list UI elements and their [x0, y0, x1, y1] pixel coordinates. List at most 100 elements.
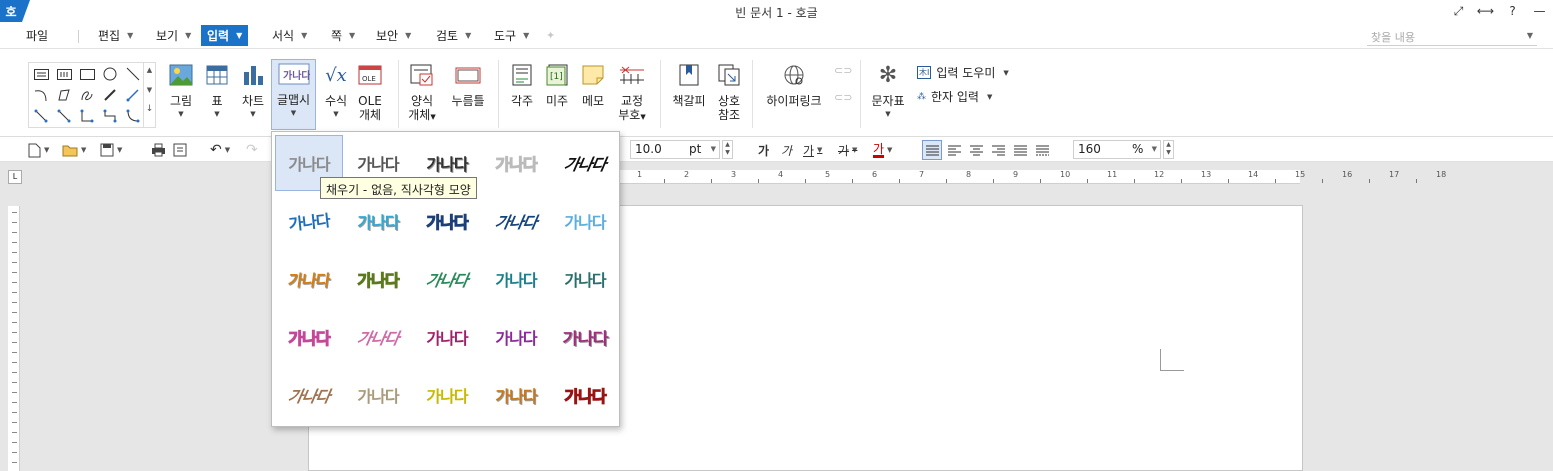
italic-button[interactable]: 가: [781, 141, 792, 159]
new-document-button[interactable]: ▼: [28, 141, 49, 159]
shape-gallery-scroll[interactable]: ▲ ▼ ↓: [143, 63, 155, 127]
align-divide-button[interactable]: [1036, 141, 1049, 159]
resize-icon[interactable]: ⟷: [1472, 4, 1499, 18]
wordart-style-option[interactable]: 가나다: [344, 251, 412, 307]
align-center-button[interactable]: [970, 141, 983, 159]
curve-icon[interactable]: [77, 86, 97, 104]
proofreading-mark-button[interactable]: 교정 부호▼: [614, 61, 650, 124]
wordart-style-option[interactable]: 가나다: [548, 309, 623, 365]
wordart-style-option[interactable]: 가나다: [344, 193, 412, 249]
formula-button[interactable]: √x 수식 ▼: [321, 61, 351, 119]
character-map-button[interactable]: ✻ 문자표 ▼: [870, 61, 906, 119]
search-input[interactable]: 찾을 내용 ▼: [1367, 26, 1537, 46]
menu-format[interactable]: 서식 ▼: [266, 25, 313, 46]
print-button[interactable]: [151, 141, 166, 159]
wordart-style-option[interactable]: 가나다: [413, 193, 481, 249]
picture-button[interactable]: 그림 ▼: [166, 61, 196, 118]
endnote-button[interactable]: [1] 미주: [542, 61, 572, 108]
font-color-button[interactable]: 가 ▼: [873, 141, 892, 159]
fullscreen-icon[interactable]: ⤢: [1445, 4, 1472, 19]
save-button[interactable]: ▼: [100, 141, 122, 159]
wordart-style-option[interactable]: 가나다: [551, 367, 619, 423]
strikethrough-button[interactable]: 가 ▼: [838, 141, 857, 159]
wordart-style-option[interactable]: 가나다: [272, 190, 345, 253]
wordart-style-option[interactable]: 가나다: [413, 367, 481, 423]
wordart-style-option[interactable]: 가나다: [546, 135, 624, 191]
connector-elbow-icon[interactable]: [77, 107, 97, 125]
ellipse-icon[interactable]: [100, 65, 120, 83]
bold-button[interactable]: 가: [758, 141, 769, 159]
underline-button[interactable]: 가 ▼: [803, 141, 822, 159]
arc-icon[interactable]: [31, 86, 51, 104]
print-preview-button[interactable]: [173, 141, 187, 159]
menu-review[interactable]: 검토 ▼: [430, 25, 477, 46]
connector-icon[interactable]: [123, 86, 143, 104]
menu-security[interactable]: 보안 ▼: [370, 25, 417, 46]
minimize-icon[interactable]: —: [1526, 4, 1553, 18]
rectangle-icon[interactable]: [77, 65, 97, 83]
wordart-style-option[interactable]: 가나다: [551, 193, 619, 249]
align-left-button[interactable]: [948, 141, 961, 159]
expand-icon[interactable]: ↓: [144, 104, 155, 114]
share-icon[interactable]: ✦: [546, 29, 555, 42]
wordart-button[interactable]: 가나다 글맵시 ▼: [271, 59, 316, 130]
wordart-style-option[interactable]: 가나다: [408, 251, 486, 307]
font-size-stepper[interactable]: ▲ ▼: [722, 140, 733, 159]
vertical-ruler[interactable]: [8, 206, 20, 471]
help-icon[interactable]: ?: [1499, 4, 1526, 18]
memo-button[interactable]: 메모: [578, 61, 608, 108]
zoom-stepper[interactable]: ▲ ▼: [1163, 140, 1174, 159]
menu-view[interactable]: 보기 ▼: [150, 25, 197, 46]
line-icon[interactable]: [123, 65, 143, 83]
scroll-down-icon[interactable]: ▼: [144, 86, 155, 94]
undo-button[interactable]: ↶ ▼: [210, 141, 230, 159]
wordart-style-option[interactable]: 가나다: [482, 251, 550, 307]
align-distribute-button[interactable]: [1014, 141, 1027, 159]
menu-edit[interactable]: 편집 ▼: [92, 25, 139, 46]
connector-elbow-arrow-icon[interactable]: [100, 107, 120, 125]
hanja-input-button[interactable]: ⁂ 한자 입력 ▼: [917, 88, 992, 105]
scroll-up-icon[interactable]: ▲: [144, 66, 155, 74]
menu-file[interactable]: 파일: [20, 25, 54, 46]
input-helper-button[interactable]: 木I 입력 도우미 ▼: [917, 64, 1009, 81]
menu-page[interactable]: 쪽 ▼: [325, 25, 361, 46]
align-justify-button[interactable]: [922, 140, 942, 160]
wordart-style-option[interactable]: 가나다: [482, 135, 550, 191]
redo-button[interactable]: ↷: [246, 141, 258, 159]
wordart-style-option[interactable]: 가나다: [271, 251, 347, 307]
wordart-style-option[interactable]: 가나다: [413, 309, 481, 365]
menu-tools[interactable]: 도구 ▼: [488, 25, 535, 46]
wordart-style-option[interactable]: 가나다: [477, 193, 555, 249]
barcode-icon[interactable]: [54, 65, 74, 83]
form-object-button[interactable]: 양식 개체▼: [407, 61, 437, 124]
menu-input[interactable]: 입력 ▼: [201, 25, 249, 46]
wordart-style-option[interactable]: 가나다: [339, 309, 417, 365]
hyperlink-button[interactable]: 하이퍼링크: [762, 61, 826, 108]
wordart-style-option[interactable]: 가나다: [482, 367, 550, 423]
wordart-style-option[interactable]: 가나다: [344, 367, 412, 423]
link-icon[interactable]: ⊂⊃: [834, 64, 852, 77]
chart-button[interactable]: 차트 ▼: [238, 61, 268, 118]
connector-arrow-icon[interactable]: [54, 107, 74, 125]
horizontal-ruler[interactable]: 1 2 3 4 5 6 7 8 9 10 11 12 13 14 15 16 17 18: [616, 170, 1446, 184]
wordart-style-option[interactable]: 가나다: [275, 309, 343, 365]
wordart-style-option[interactable]: 가나다: [551, 251, 619, 307]
ole-button[interactable]: OLE OLE 개체: [355, 61, 385, 122]
textbox-icon[interactable]: [31, 65, 51, 83]
tab-stop-selector[interactable]: L: [8, 170, 22, 184]
pen-icon[interactable]: [100, 86, 120, 104]
table-button[interactable]: 표 ▼: [202, 61, 232, 118]
unlink-icon[interactable]: ⊂⊃: [834, 91, 852, 104]
pushbutton-field-button[interactable]: 누름틀: [448, 61, 488, 108]
polygon-icon[interactable]: [54, 86, 74, 104]
cross-reference-button[interactable]: 상호 참조: [714, 61, 744, 122]
font-size-field[interactable]: 10.0 pt ▼: [630, 140, 720, 159]
wordart-style-option[interactable]: 가나다: [482, 309, 550, 365]
connector-curve-icon[interactable]: [123, 107, 143, 125]
zoom-field[interactable]: 160 % ▼: [1073, 140, 1161, 159]
connector-straight-icon[interactable]: [31, 107, 51, 125]
wordart-style-option[interactable]: 가나다: [270, 367, 348, 423]
bookmark-button[interactable]: 책갈피: [670, 61, 708, 108]
align-right-button[interactable]: [992, 141, 1005, 159]
open-folder-button[interactable]: ▼: [62, 141, 86, 159]
